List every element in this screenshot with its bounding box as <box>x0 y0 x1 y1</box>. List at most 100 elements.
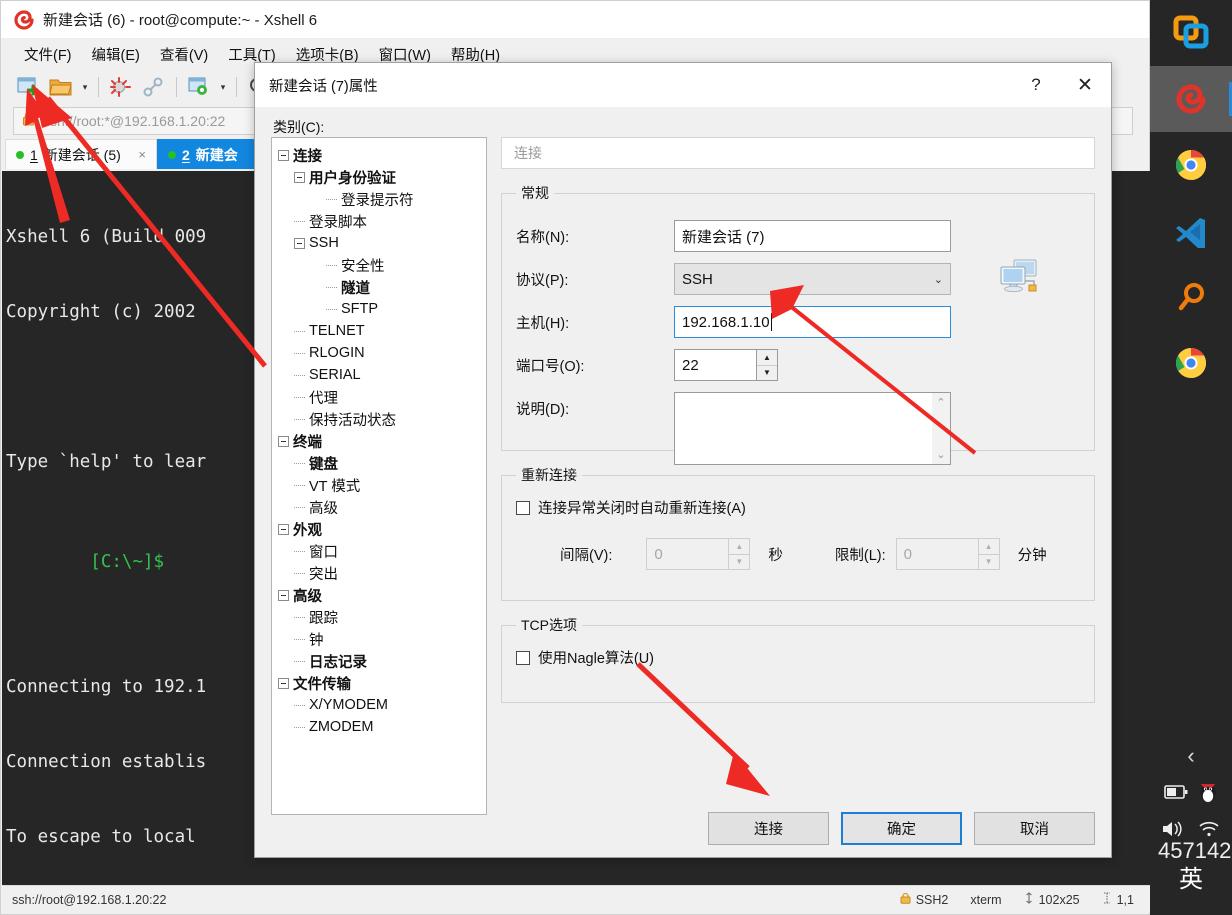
tree-item-label: 钟 <box>309 632 324 649</box>
ime-indicator[interactable]: 英 <box>1150 859 1232 894</box>
tree-item[interactable]: ZMODEM <box>272 716 486 738</box>
spin-up-icon[interactable]: ▲ <box>757 350 777 366</box>
auto-reconnect-row[interactable]: 连接异常关闭时自动重新连接(A) <box>516 497 1080 518</box>
connect-button[interactable]: 连接 <box>708 811 829 845</box>
tree-item[interactable]: 跟踪 <box>272 606 486 628</box>
tree-item[interactable]: 窗口 <box>272 540 486 562</box>
session-settings-icon[interactable] <box>184 73 214 101</box>
tree-item-label: SSH <box>309 235 339 251</box>
session-settings-chevron-down-icon[interactable]: ▾ <box>217 73 229 101</box>
tab-session-1[interactable]: 1 新建会话 (5) × <box>5 139 157 169</box>
spin-down-icon[interactable]: ▼ <box>729 555 749 570</box>
tcp-legend: TCP选项 <box>521 617 577 633</box>
host-input[interactable]: 192.168.1.10 <box>674 306 951 338</box>
open-folder-chevron-down-icon[interactable]: ▾ <box>79 73 91 101</box>
collapse-icon[interactable] <box>294 237 305 249</box>
tray-chevron-icon[interactable]: ‹ <box>1150 745 1232 767</box>
limit-stepper[interactable]: 0 ▲ ▼ <box>895 538 1000 570</box>
tree-item[interactable]: VT 模式 <box>272 474 486 496</box>
xshell-logo-icon <box>13 9 35 31</box>
collapse-icon[interactable] <box>278 435 289 447</box>
spin-up-icon[interactable]: ▲ <box>729 539 750 555</box>
tab-close-icon[interactable]: × <box>138 147 146 162</box>
close-icon[interactable]: ✕ <box>1059 63 1111 107</box>
port-input[interactable]: 22 <box>674 349 756 381</box>
name-label: 名称(N): <box>516 229 570 246</box>
tree-item[interactable]: 用户身份验证 <box>272 166 486 188</box>
limit-input[interactable]: 0 <box>895 538 978 570</box>
tree-item[interactable]: 安全性 <box>272 254 486 276</box>
spin-up-icon[interactable]: ▲ <box>978 539 999 555</box>
taskbar-item-chrome-icon[interactable] <box>1150 132 1232 198</box>
tree-item[interactable]: SSH <box>272 232 486 254</box>
port-stepper[interactable]: 22 ▲ ▼ <box>674 349 778 381</box>
tree-item[interactable]: 钟 <box>272 628 486 650</box>
protocol-row: 协议(P): SSH ⌄ <box>516 263 1080 295</box>
taskbar-item-vmware-icon[interactable] <box>1150 0 1232 66</box>
interval-spin-buttons[interactable]: ▲ ▼ <box>728 538 751 570</box>
qq-penguin-icon[interactable] <box>1198 781 1218 808</box>
dialog-body: 类别(C): 连接 用户身份验证 登录提示符 登录脚本 SSH 安全性 隧道 S… <box>255 107 1111 859</box>
tab-index: 2 <box>182 146 190 163</box>
taskbar-item-everything-search-icon[interactable] <box>1150 264 1232 330</box>
spin-down-icon[interactable]: ▼ <box>979 555 999 570</box>
protocol-select[interactable]: SSH ⌄ <box>674 263 951 295</box>
nagle-row[interactable]: 使用Nagle算法(U) <box>516 647 1080 668</box>
new-session-icon[interactable] <box>13 73 43 101</box>
cancel-button[interactable]: 取消 <box>974 811 1095 845</box>
tree-item[interactable]: SFTP <box>272 298 486 320</box>
tree-item[interactable]: 登录提示符 <box>272 188 486 210</box>
ok-button[interactable]: 确定 <box>841 811 962 845</box>
tree-item[interactable]: 外观 <box>272 518 486 540</box>
collapse-icon[interactable] <box>278 523 289 535</box>
tree-item-label: 高级 <box>293 588 322 605</box>
tree-item[interactable]: 突出 <box>272 562 486 584</box>
scroll-down-icon[interactable]: ⌄ <box>936 448 945 461</box>
collapse-icon[interactable] <box>278 589 289 601</box>
category-tree[interactable]: 连接 用户身份验证 登录提示符 登录脚本 SSH 安全性 隧道 SFTP TEL… <box>271 137 487 815</box>
taskbar-item-chrome-secondary-icon[interactable] <box>1150 330 1232 396</box>
port-spin-buttons[interactable]: ▲ ▼ <box>756 349 778 381</box>
tree-item[interactable]: 高级 <box>272 584 486 606</box>
tree-item[interactable]: RLOGIN <box>272 342 486 364</box>
tree-item[interactable]: 键盘 <box>272 452 486 474</box>
collapse-icon[interactable] <box>278 677 289 689</box>
interval-stepper[interactable]: 0 ▲ ▼ <box>646 538 751 570</box>
open-folder-icon[interactable] <box>46 73 76 101</box>
link-icon[interactable] <box>139 73 169 101</box>
taskbar-item-xshell-icon[interactable] <box>1150 66 1232 132</box>
help-button[interactable]: ? <box>1013 63 1059 107</box>
tree-item[interactable]: TELNET <box>272 320 486 342</box>
tree-item[interactable]: X/YMODEM <box>272 694 486 716</box>
tree-item-label: 用户身份验证 <box>309 170 396 187</box>
menu-file[interactable]: 文件(F) <box>15 41 81 68</box>
tree-item[interactable]: 高级 <box>272 496 486 518</box>
taskbar-item-vscode-icon[interactable] <box>1150 198 1232 264</box>
tree-item[interactable]: 登录脚本 <box>272 210 486 232</box>
tree-item[interactable]: 连接 <box>272 144 486 166</box>
collapse-icon[interactable] <box>278 149 289 161</box>
reconnect-legend: 重新连接 <box>521 467 577 483</box>
interval-input[interactable]: 0 <box>646 538 729 570</box>
tree-item[interactable]: 代理 <box>272 386 486 408</box>
nagle-checkbox[interactable] <box>516 650 530 665</box>
menu-view[interactable]: 查看(V) <box>151 41 217 68</box>
scroll-up-icon[interactable]: ⌃ <box>936 396 945 409</box>
tree-item[interactable]: 文件传输 <box>272 672 486 694</box>
disconnect-icon[interactable] <box>106 73 136 101</box>
description-scrollbar[interactable]: ⌃ ⌄ <box>932 393 950 464</box>
taskbar: ‹ 英 457142 <box>1150 0 1232 915</box>
tree-item[interactable]: 日志记录 <box>272 650 486 672</box>
tree-item[interactable]: 隧道 <box>272 276 486 298</box>
battery-icon[interactable] <box>1164 785 1188 804</box>
session-name-input[interactable]: 新建会话 (7) <box>674 220 951 252</box>
description-textarea[interactable]: ⌃ ⌄ <box>674 392 951 465</box>
limit-spin-buttons[interactable]: ▲ ▼ <box>977 538 1000 570</box>
spin-down-icon[interactable]: ▼ <box>757 366 777 381</box>
tree-item[interactable]: SERIAL <box>272 364 486 386</box>
menu-edit[interactable]: 编辑(E) <box>83 41 149 68</box>
tree-item[interactable]: 保持活动状态 <box>272 408 486 430</box>
collapse-icon[interactable] <box>294 171 305 183</box>
tree-item[interactable]: 终端 <box>272 430 486 452</box>
auto-reconnect-checkbox[interactable] <box>516 500 530 515</box>
